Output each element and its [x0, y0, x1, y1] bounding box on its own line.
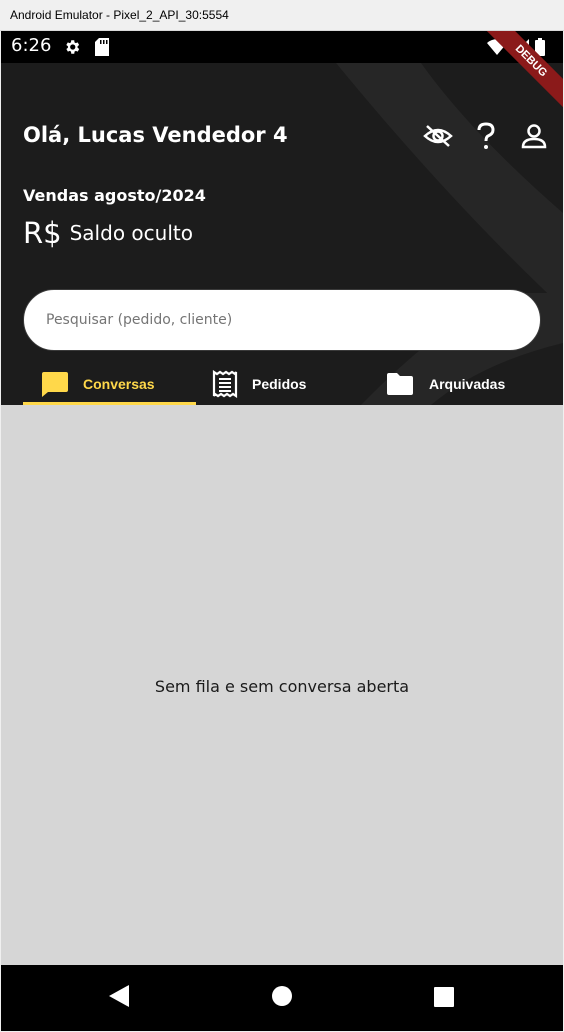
tab-conversas[interactable]: Conversas: [23, 363, 196, 405]
sales-period-title: Vendas agosto/2024: [23, 186, 206, 205]
tab-arquivadas[interactable]: Arquivadas: [369, 363, 541, 405]
tab-bar: Conversas Pedidos Arquivadas: [23, 363, 541, 405]
person-icon: [521, 124, 547, 149]
device-screen: 6:26 DEBUG Olá, Lucas Vendedor 4 Vendas …: [1, 31, 563, 1031]
balance-value: Saldo oculto: [69, 221, 193, 245]
android-navigation-bar: [1, 965, 563, 1031]
back-button[interactable]: [107, 983, 131, 1013]
tab-label-arquivadas: Arquivadas: [429, 376, 506, 392]
status-time: 6:26: [11, 35, 52, 56]
recents-button[interactable]: [434, 987, 454, 1011]
sd-card-icon: [95, 38, 109, 60]
conversation-content: Sem fila e sem conversa aberta: [1, 405, 563, 965]
emulator-title-bar: Android Emulator - Pixel_2_API_30:5554: [0, 0, 564, 31]
folder-icon: [387, 373, 413, 395]
app-header: Olá, Lucas Vendedor 4 Vendas agosto/2024…: [1, 63, 563, 405]
profile-button[interactable]: [519, 121, 549, 151]
back-triangle-icon: [109, 985, 129, 1007]
tab-label-conversas: Conversas: [83, 376, 155, 392]
question-mark-icon: [477, 122, 495, 149]
search-field[interactable]: [23, 289, 541, 351]
hide-balance-button[interactable]: [423, 121, 453, 151]
balance-display: R$ Saldo oculto: [23, 216, 193, 250]
eye-off-icon: [423, 125, 453, 147]
chat-icon: [42, 372, 68, 397]
search-input[interactable]: [44, 311, 520, 329]
tab-pedidos[interactable]: Pedidos: [196, 363, 369, 405]
recents-square-icon: [434, 987, 454, 1007]
empty-state-message: Sem fila e sem conversa aberta: [154, 677, 410, 696]
home-circle-icon: [272, 986, 292, 1006]
help-button[interactable]: [471, 121, 501, 151]
status-bar: 6:26: [1, 31, 563, 63]
receipt-icon: [212, 370, 238, 398]
window-title: Android Emulator - Pixel_2_API_30:5554: [10, 8, 229, 22]
home-button[interactable]: [271, 985, 293, 1011]
currency-symbol: R$: [23, 216, 62, 250]
tab-label-pedidos: Pedidos: [252, 376, 307, 392]
settings-icon: [63, 38, 81, 60]
greeting-text: Olá, Lucas Vendedor 4: [23, 123, 288, 147]
